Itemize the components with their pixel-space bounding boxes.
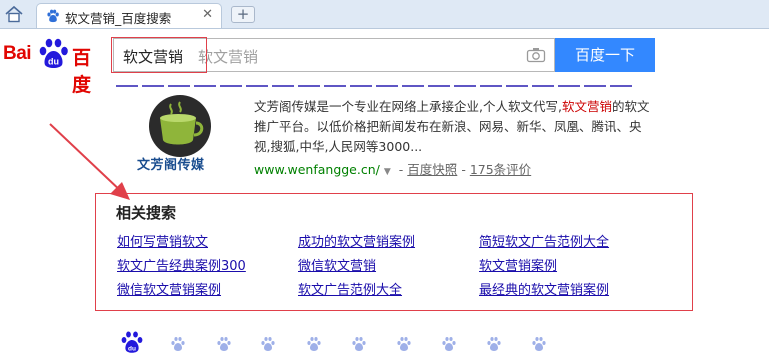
- related-link[interactable]: 软文广告经典案例300: [117, 255, 246, 274]
- thumbnail-caption: 文芳阁传媒: [137, 158, 205, 173]
- search-input[interactable]: 软文营销 软文营销: [113, 38, 555, 72]
- result-abstract: 文芳阁传媒是一个专业在网络上承接企业,个人软文代写,软文营销的软文推广平台。以低…: [254, 97, 654, 157]
- baidu-logo[interactable]: Bai du 百度: [3, 34, 107, 96]
- tab-close-button[interactable]: ✕: [202, 7, 213, 22]
- reviews-link[interactable]: 175条评价: [470, 162, 531, 177]
- search-header: Bai du 百度 软文营销 软文营销 百度一下: [0, 29, 769, 96]
- home-icon[interactable]: [4, 5, 24, 23]
- camera-icon[interactable]: [526, 47, 546, 63]
- pager-paw-icon[interactable]: [351, 336, 367, 352]
- pager-paw-icon[interactable]: [170, 336, 186, 352]
- related-link[interactable]: 如何写营销软文: [117, 231, 208, 250]
- search-button[interactable]: 百度一下: [555, 38, 655, 72]
- separator: -: [461, 162, 466, 177]
- related-link[interactable]: 成功的软文营销案例: [298, 231, 415, 250]
- logo-latin: Bai: [3, 43, 32, 64]
- annotation-arrow: [49, 123, 130, 200]
- logo-du: du: [48, 57, 59, 67]
- logo-chinese: 百度: [72, 47, 92, 96]
- related-searches-title: 相关搜索: [116, 204, 177, 222]
- pager-current-icon: du: [121, 331, 143, 353]
- new-tab-button[interactable]: +: [231, 6, 255, 23]
- related-link[interactable]: 软文广告范例大全: [298, 279, 402, 298]
- pager-paw-icon[interactable]: [531, 336, 547, 352]
- pager-paw-icon[interactable]: [306, 336, 322, 352]
- related-link[interactable]: 简短软文广告范例大全: [479, 231, 609, 250]
- browser-tab[interactable]: 软文营销_百度搜索 ✕: [36, 3, 222, 28]
- related-searches-panel: 相关搜索 如何写营销软文 成功的软文营销案例 简短软文广告范例大全 软文广告经典…: [95, 193, 693, 311]
- search-suggestion-ghost: 软文营销: [198, 48, 259, 66]
- tab-title: 软文营销_百度搜索: [65, 11, 172, 26]
- previous-result-cutoff: [116, 85, 636, 89]
- browser-tab-bar: 软文营销_百度搜索 ✕ +: [0, 0, 769, 29]
- related-link[interactable]: 微信软文营销案例: [117, 279, 221, 298]
- related-link[interactable]: 软文营销案例: [479, 255, 557, 274]
- pager-paw-icon[interactable]: [396, 336, 412, 352]
- result-url[interactable]: www.wenfangge.cn/: [254, 162, 380, 177]
- related-link[interactable]: 微信软文营销: [298, 255, 376, 274]
- baidu-tab-icon: [47, 9, 59, 23]
- url-dropdown-icon[interactable]: ▼: [384, 167, 391, 177]
- pager-paw-icon[interactable]: [441, 336, 457, 352]
- abstract-text-before: 文芳阁传媒是一个专业在网络上承接企业,个人软文代写,: [254, 99, 562, 114]
- pager-du: du: [128, 346, 136, 353]
- related-link[interactable]: 最经典的软文营销案例: [479, 279, 609, 298]
- separator: -: [398, 162, 404, 177]
- snapshot-link[interactable]: 百度快照: [407, 162, 457, 177]
- result-url-line: www.wenfangge.cn/▼ - 百度快照 -175条评价: [254, 159, 531, 178]
- pager-paw-icon[interactable]: [216, 336, 232, 352]
- baidu-paw-icon: du: [39, 38, 68, 68]
- search-query-text: 软文营销: [123, 48, 184, 66]
- pager-paw-icon[interactable]: [260, 336, 276, 352]
- pager-paw-icon[interactable]: [486, 336, 502, 352]
- abstract-highlight: 软文营销: [561, 99, 612, 114]
